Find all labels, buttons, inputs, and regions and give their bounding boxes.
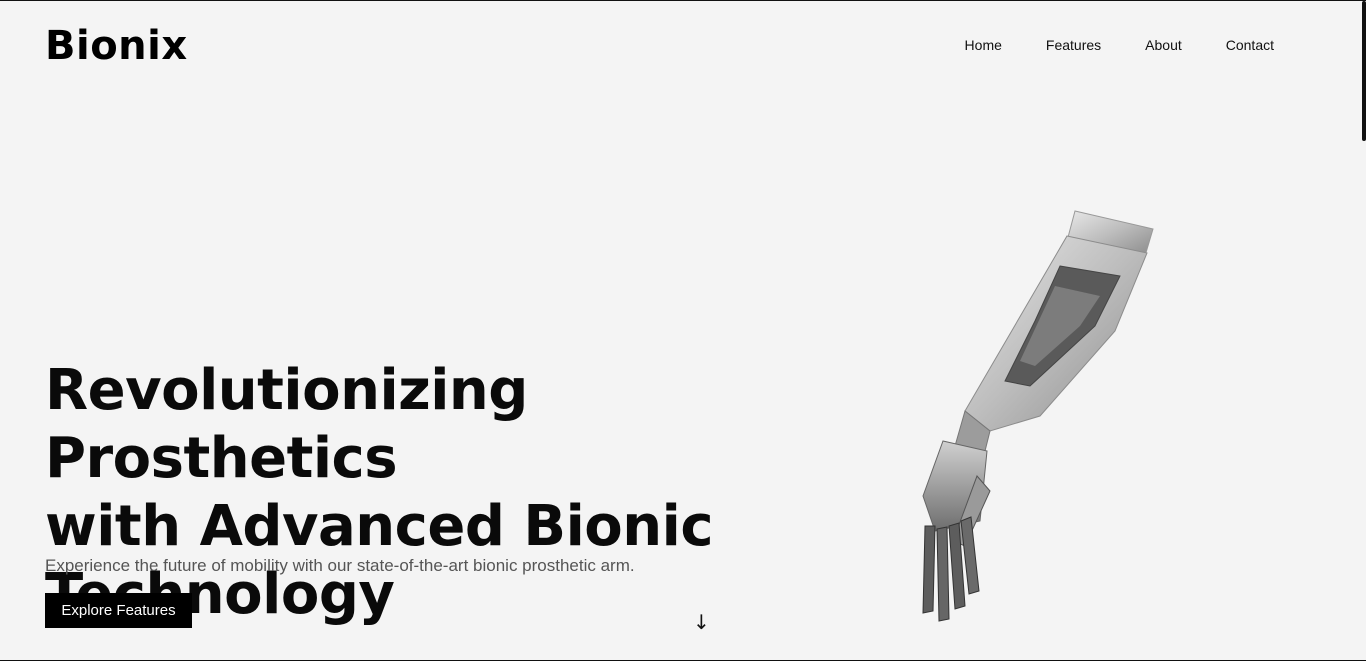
site-logo[interactable]: Bionix [45,23,188,69]
nav-contact-link[interactable]: Contact [1226,37,1274,53]
hero-title: Revolutionizing Prosthetics with Advance… [45,357,825,629]
hero-title-line-1: Revolutionizing Prosthetics [45,358,528,491]
scroll-down-arrow-icon[interactable]: ↓ [693,610,710,634]
hero-subtitle: Experience the future of mobility with o… [45,556,635,575]
bionic-arm-image [922,210,1154,622]
nav-home-link[interactable]: Home [965,37,1002,53]
explore-features-button[interactable]: Explore Features [45,593,192,628]
main-nav: Home Features About Contact [921,37,1274,53]
landing-page: Bionix Home Features About Contact Revol… [0,0,1366,661]
nav-features-link[interactable]: Features [1046,37,1101,53]
scrollbar-thumb[interactable] [1362,1,1366,141]
hero-title-line-2: with Advanced Bionic [45,494,714,559]
nav-about-link[interactable]: About [1145,37,1182,53]
